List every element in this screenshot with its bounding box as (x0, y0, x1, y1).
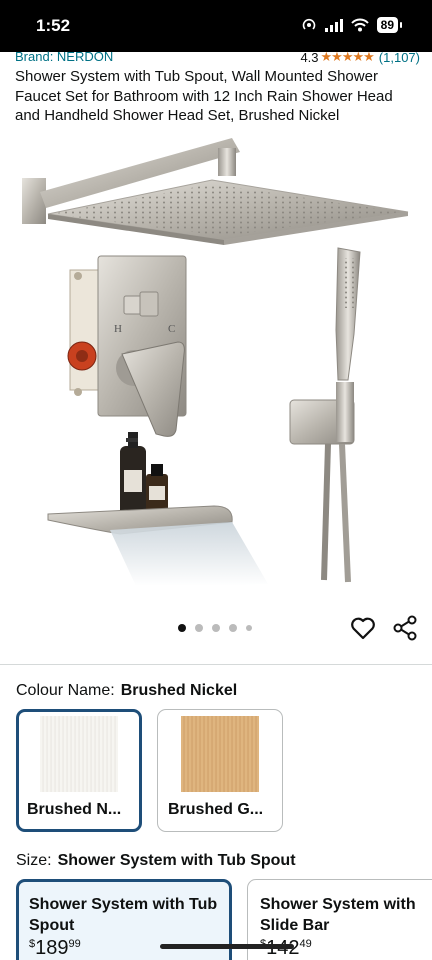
wishlist-heart-icon[interactable] (349, 614, 377, 642)
home-indicator[interactable] (160, 944, 294, 949)
wall-flange (22, 178, 46, 224)
cold-label: C (168, 323, 175, 335)
status-bar: 1:52 89 (0, 0, 432, 52)
brand-link[interactable]: Brand: NERDON (15, 50, 113, 64)
colour-option-brushed-nickel[interactable]: Brushed N... (16, 709, 142, 832)
image-carousel-dots[interactable] (178, 624, 252, 632)
rating-value: 4.3 (300, 50, 319, 65)
size-option-title: Shower System with Slide Bar (260, 896, 416, 934)
status-icons: 89 (301, 17, 403, 33)
water-flow (110, 522, 268, 586)
size-label: Size: Shower System with Tub Spout (16, 852, 296, 870)
shower-hose (321, 443, 331, 581)
brand-rating-row: Brand: NERDON 4.3 ★★★★★ (1,107) (15, 50, 420, 66)
product-title: Shower System with Tub Spout, Wall Mount… (15, 68, 393, 124)
product-image[interactable]: H C (0, 130, 432, 590)
colour-label: Colour Name: Brushed Nickel (16, 682, 237, 700)
star-rating-icon: ★★★★★ (320, 50, 375, 64)
carousel-dot[interactable] (229, 624, 237, 632)
colour-selected-value: Brushed Nickel (120, 682, 238, 699)
section-divider (0, 664, 432, 665)
size-option-title: Shower System with Tub Spout (29, 896, 218, 934)
cellular-signal-icon (324, 18, 343, 32)
battery-indicator: 89 (376, 17, 403, 33)
size-selected-value: Shower System with Tub Spout (57, 852, 296, 869)
share-icon[interactable] (392, 614, 418, 642)
size-option-price: $18999 (29, 937, 81, 959)
swatch-image (40, 716, 118, 792)
carousel-dot[interactable] (246, 625, 252, 631)
carousel-dot[interactable] (178, 624, 186, 632)
swatch-label: Brushed N... (27, 801, 122, 818)
carousel-dot[interactable] (212, 624, 220, 632)
colour-label-text: Colour Name: (16, 682, 115, 699)
colour-option-brushed-gold[interactable]: Brushed G... (157, 709, 283, 832)
status-time: 1:52 (36, 16, 71, 35)
carousel-dot[interactable] (195, 624, 203, 632)
hotspot-icon (302, 18, 315, 30)
rating-count-link[interactable]: (1,107) (379, 50, 420, 65)
hot-label: H (114, 323, 122, 335)
rating-summary[interactable]: 4.3 ★★★★★ (1,107) (300, 50, 420, 65)
size-label-text: Size: (16, 852, 52, 869)
swatch-label: Brushed G... (168, 801, 264, 818)
swatch-image (181, 716, 259, 792)
wifi-icon (350, 18, 369, 32)
